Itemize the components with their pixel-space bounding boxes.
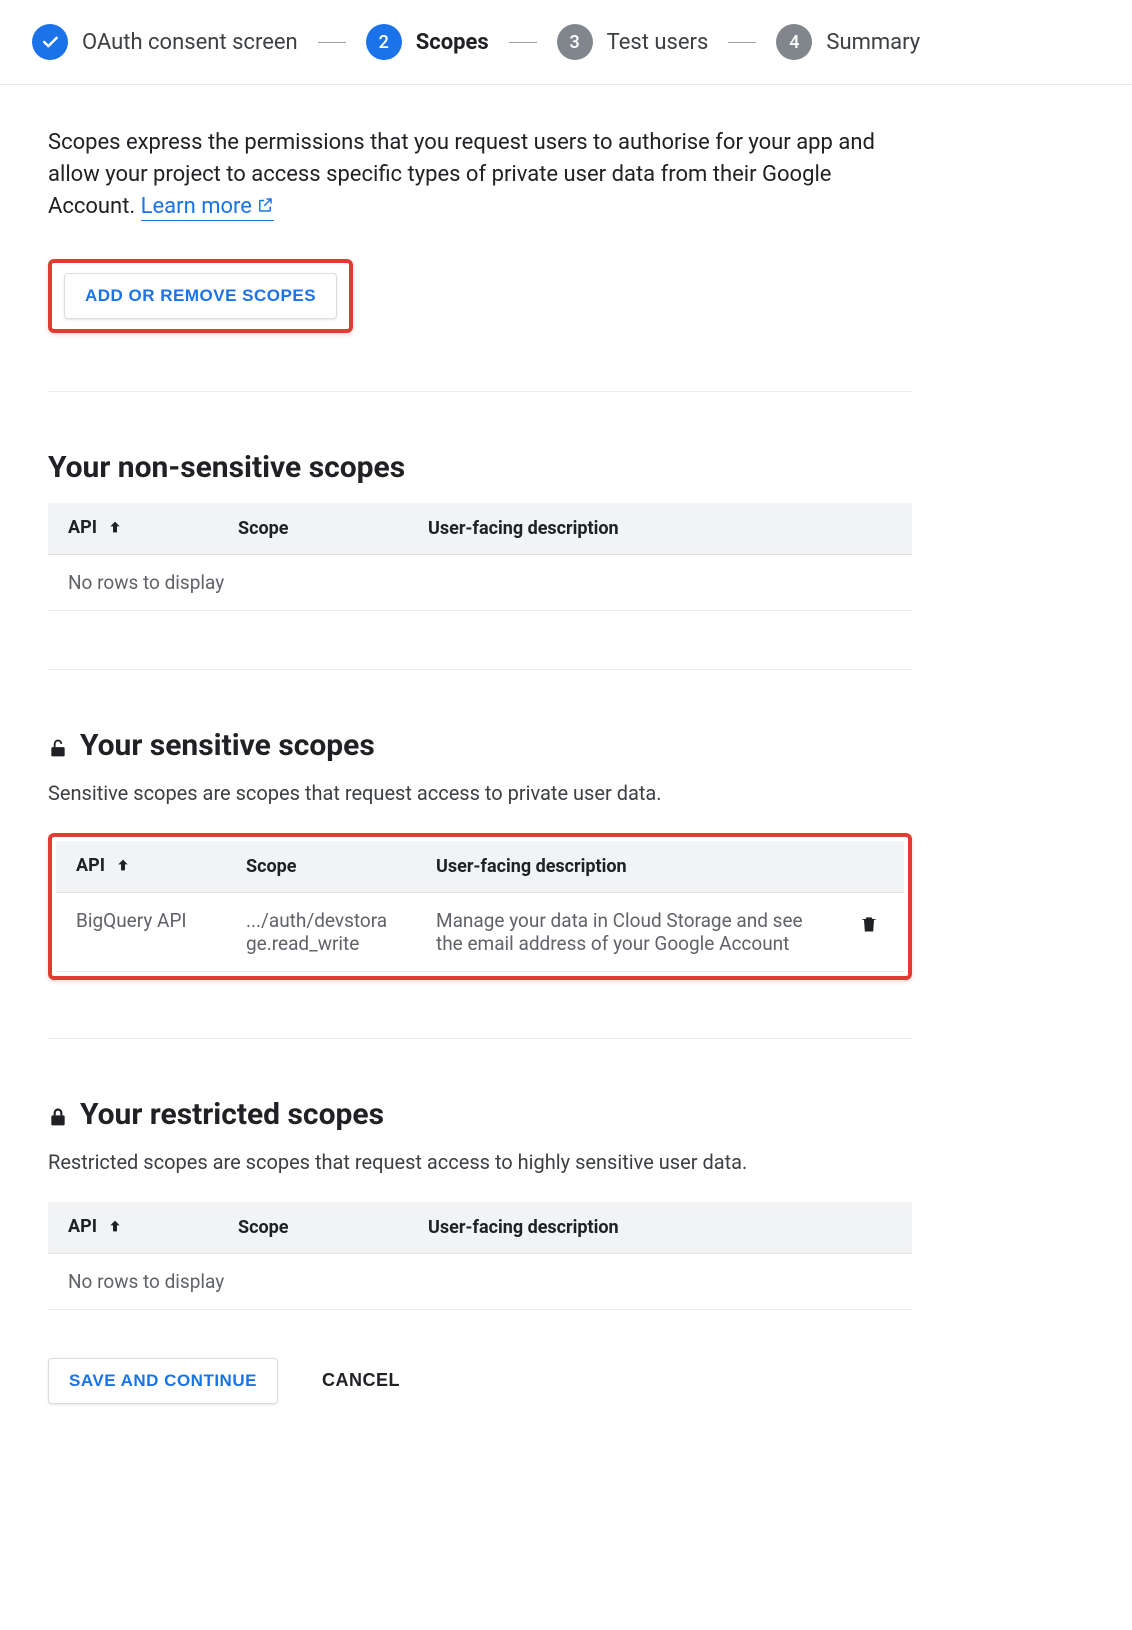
learn-more-link[interactable]: Learn more [141, 194, 274, 221]
col-header-api[interactable]: API [56, 841, 226, 893]
highlight-sensitive-table: API Scope User-facing description BigQue… [48, 833, 912, 980]
step-divider [318, 42, 346, 43]
non-sensitive-heading: Your non-sensitive scopes [48, 450, 912, 485]
sensitive-heading: Your sensitive scopes [48, 728, 912, 763]
sensitive-sub: Sensitive scopes are scopes that request… [48, 781, 912, 805]
col-header-api[interactable]: API [48, 1202, 218, 1254]
empty-row: No rows to display [48, 1253, 912, 1309]
lock-open-icon [48, 733, 68, 757]
check-icon [32, 24, 68, 60]
step-divider [509, 42, 537, 43]
empty-msg: No rows to display [48, 554, 912, 610]
step-divider [728, 42, 756, 43]
wizard-stepper: OAuth consent screen 2 Scopes 3 Test use… [0, 0, 1132, 85]
arrow-up-icon [107, 1218, 123, 1239]
step-scopes[interactable]: 2 Scopes [366, 24, 489, 60]
restricted-title-text: Your restricted scopes [80, 1097, 384, 1132]
cell-desc: Manage your data in Cloud Storage and se… [416, 892, 834, 971]
empty-msg: No rows to display [48, 1253, 912, 1309]
cancel-button[interactable]: CANCEL [302, 1358, 420, 1403]
col-header-label: API [68, 1216, 97, 1237]
add-remove-scopes-button[interactable]: ADD OR REMOVE SCOPES [64, 273, 337, 319]
section-non-sensitive: Your non-sensitive scopes API Scope User… [48, 391, 912, 611]
cell-actions [834, 892, 904, 971]
col-header-desc[interactable]: User-facing description [408, 503, 912, 555]
sensitive-table: API Scope User-facing description BigQue… [56, 841, 904, 972]
intro-text: Scopes express the permissions that you … [48, 127, 912, 223]
col-header-scope[interactable]: Scope [218, 503, 408, 555]
col-header-desc[interactable]: User-facing description [416, 841, 834, 893]
restricted-sub: Restricted scopes are scopes that reques… [48, 1150, 912, 1174]
footer-actions: SAVE AND CONTINUE CANCEL [48, 1358, 912, 1404]
section-restricted: Your restricted scopes Restricted scopes… [48, 1038, 912, 1310]
col-header-desc[interactable]: User-facing description [408, 1202, 912, 1254]
col-header-label: API [76, 855, 105, 876]
restricted-table: API Scope User-facing description No row… [48, 1202, 912, 1310]
delete-scope-button[interactable] [855, 909, 883, 942]
step-label: Scopes [416, 30, 489, 55]
table-row: BigQuery API .../auth/devstorage.read_wr… [56, 892, 904, 971]
step-number-icon: 2 [366, 24, 402, 60]
empty-row: No rows to display [48, 554, 912, 610]
learn-more-label: Learn more [141, 194, 252, 219]
save-continue-button[interactable]: SAVE AND CONTINUE [48, 1358, 278, 1404]
highlight-add-remove: ADD OR REMOVE SCOPES [48, 259, 353, 333]
lock-closed-icon [48, 1102, 68, 1126]
step-summary[interactable]: 4 Summary [776, 24, 920, 60]
step-label: OAuth consent screen [82, 30, 298, 55]
step-label: Summary [826, 30, 920, 55]
trash-icon [859, 923, 879, 938]
cell-scope: .../auth/devstorage.read_write [226, 892, 416, 971]
restricted-heading: Your restricted scopes [48, 1097, 912, 1132]
step-oauth-consent[interactable]: OAuth consent screen [32, 24, 298, 60]
arrow-up-icon [107, 519, 123, 540]
col-header-label: API [68, 517, 97, 538]
col-header-scope[interactable]: Scope [218, 1202, 408, 1254]
step-test-users[interactable]: 3 Test users [557, 24, 709, 60]
section-sensitive: Your sensitive scopes Sensitive scopes a… [48, 669, 912, 980]
arrow-up-icon [115, 857, 131, 878]
cell-api: BigQuery API [56, 892, 226, 971]
step-number-icon: 3 [557, 24, 593, 60]
non-sensitive-table: API Scope User-facing description No row… [48, 503, 912, 611]
step-label: Test users [607, 30, 709, 55]
step-number-icon: 4 [776, 24, 812, 60]
col-header-api[interactable]: API [48, 503, 218, 555]
external-link-icon [256, 192, 274, 210]
main-content: Scopes express the permissions that you … [0, 85, 960, 1444]
col-header-actions [834, 841, 904, 893]
sensitive-title-text: Your sensitive scopes [80, 728, 375, 763]
col-header-scope[interactable]: Scope [226, 841, 416, 893]
